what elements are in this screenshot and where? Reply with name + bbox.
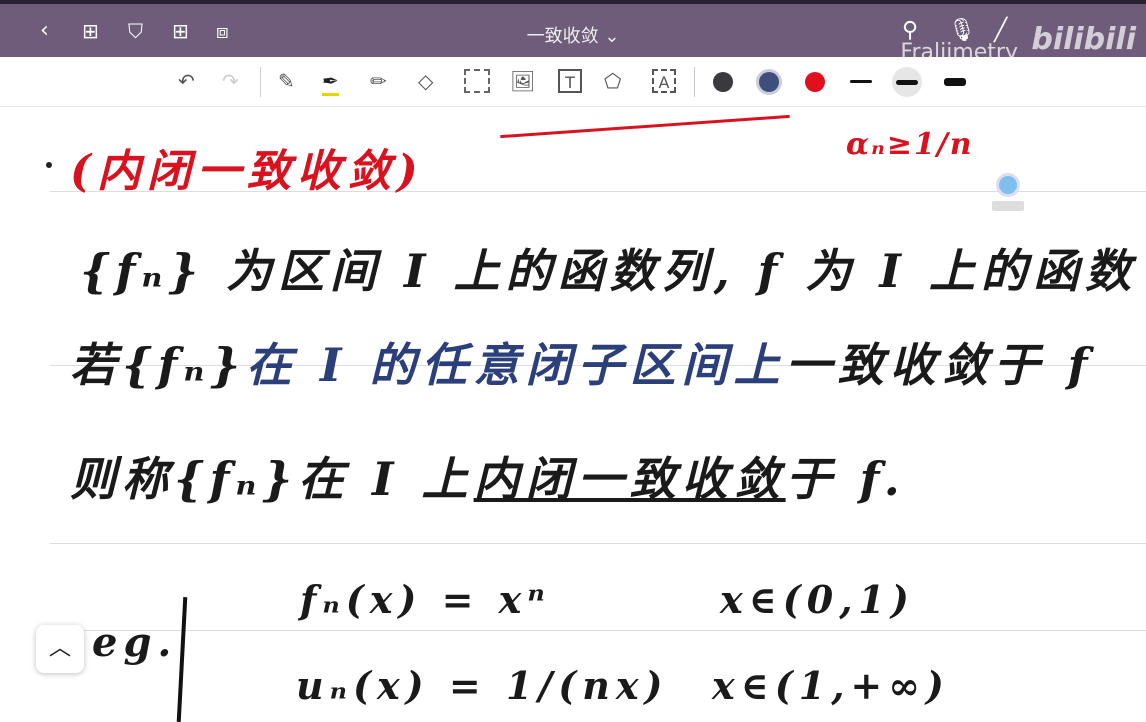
- line-width-thick[interactable]: [944, 78, 966, 86]
- color-dark-gray[interactable]: [713, 72, 733, 92]
- line-width-thin[interactable]: [850, 80, 872, 83]
- color-red[interactable]: [805, 72, 825, 92]
- example-2-domain: x∈(1,+∞): [712, 663, 950, 708]
- ruled-line: [50, 630, 1146, 631]
- tool-bar: ↶ ↷ ✎ ✒ ✏ ◇ 🖼 T ⬠ A: [0, 57, 1146, 107]
- line2-start: 若{fₙ}: [70, 338, 247, 392]
- undo-icon[interactable]: ↶: [178, 69, 195, 93]
- eraser-tool-icon[interactable]: ◇: [418, 69, 433, 93]
- line3-end: 于 f.: [785, 452, 906, 506]
- example-1-function: fₙ(x) = xⁿ: [300, 577, 551, 622]
- divider: [260, 67, 261, 97]
- definition-line-1: {fₙ} 为区间 I 上的函数列, f 为 I 上的函数: [80, 244, 1137, 298]
- scroll-thumb[interactable]: [992, 173, 1024, 217]
- brace: [176, 596, 188, 722]
- text-tool-icon[interactable]: T: [558, 69, 582, 93]
- ruled-line: [50, 543, 1146, 544]
- scroll-up-button[interactable]: ︿: [36, 625, 84, 673]
- divider: [694, 67, 695, 97]
- pencil-tool-icon[interactable]: ✏: [370, 69, 387, 93]
- example-2-function: uₙ(x) = 1/(nx): [296, 663, 669, 708]
- margin-note: αₙ≥1/n: [846, 127, 974, 162]
- shape-tool-icon[interactable]: ⬠: [604, 69, 621, 93]
- line3-start: 则称{fₙ}在 I 上: [70, 452, 474, 506]
- redo-icon[interactable]: ↷: [222, 69, 239, 93]
- red-stroke: [500, 114, 790, 139]
- heading: (内闭一致收敛): [70, 146, 424, 197]
- line2-end: 一致收敛于 f: [785, 338, 1094, 392]
- text-recognition-icon[interactable]: A: [652, 69, 676, 93]
- line2-blue: 在 I 的任意闭子区间上: [246, 338, 786, 392]
- lasso-tool-icon[interactable]: [464, 69, 490, 93]
- line3-underlined: 内闭一致收敛: [473, 452, 786, 506]
- note-page[interactable]: (内闭一致收敛) αₙ≥1/n {fₙ} 为区间 I 上的函数列, f 为 I …: [0, 107, 1146, 722]
- document-title-text: 一致收敛: [526, 26, 599, 47]
- highlighter-tool-icon[interactable]: ✒: [322, 69, 339, 96]
- bilibili-logo: bilibili: [1031, 22, 1136, 57]
- line-width-medium-selected[interactable]: [892, 67, 922, 97]
- pen-tool-icon[interactable]: ✎: [278, 69, 295, 93]
- image-tool-icon[interactable]: 🖼: [510, 69, 535, 93]
- top-bar: ‹ ⊞ ⛉ ⊞ ⧈ 一致收敛 ⌄ ⚲ 🎙 ╱ Fraljimetry bilib…: [0, 0, 1146, 65]
- example-label: eg.: [92, 619, 178, 666]
- bullet: [46, 162, 52, 168]
- example-1-domain: x∈(0,1): [720, 577, 915, 622]
- color-navy-selected[interactable]: [759, 72, 779, 92]
